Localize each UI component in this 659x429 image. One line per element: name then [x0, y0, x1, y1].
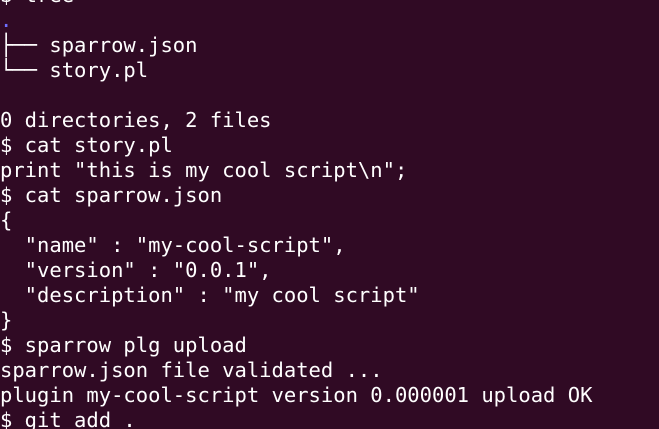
terminal-line-output: "version" : "0.0.1",	[0, 258, 272, 282]
terminal-line-command: $ cat story.pl	[0, 133, 173, 157]
terminal-line-command: $ git add .	[0, 408, 136, 429]
terminal-line-output: 0 directories, 2 files	[0, 108, 272, 132]
terminal-window[interactable]: $ tree . ├── sparrow.json └── story.pl 0…	[0, 0, 659, 429]
terminal-line-dir: .	[0, 8, 13, 32]
terminal-line-tree-entry: └── story.pl	[0, 58, 149, 82]
terminal-line-output: }	[0, 308, 13, 332]
terminal-line-command: $ sparrow plg upload	[0, 333, 247, 357]
terminal-line-command: $ cat sparrow.json	[0, 183, 223, 207]
terminal-output: $ tree . ├── sparrow.json └── story.pl 0…	[0, 0, 592, 429]
terminal-line-tree-entry: ├── sparrow.json	[0, 33, 198, 57]
terminal-line-output: {	[0, 208, 13, 232]
terminal-line-output: plugin my-cool-script version 0.000001 u…	[0, 383, 593, 407]
terminal-line-command: $ tree	[0, 0, 592, 8]
terminal-line-output: "name" : "my-cool-script",	[0, 233, 346, 257]
terminal-line-output: "description" : "my cool script"	[0, 283, 420, 307]
terminal-line-output: print "this is my cool script\n";	[0, 158, 408, 182]
terminal-line-output: sparrow.json file validated ...	[0, 358, 383, 382]
